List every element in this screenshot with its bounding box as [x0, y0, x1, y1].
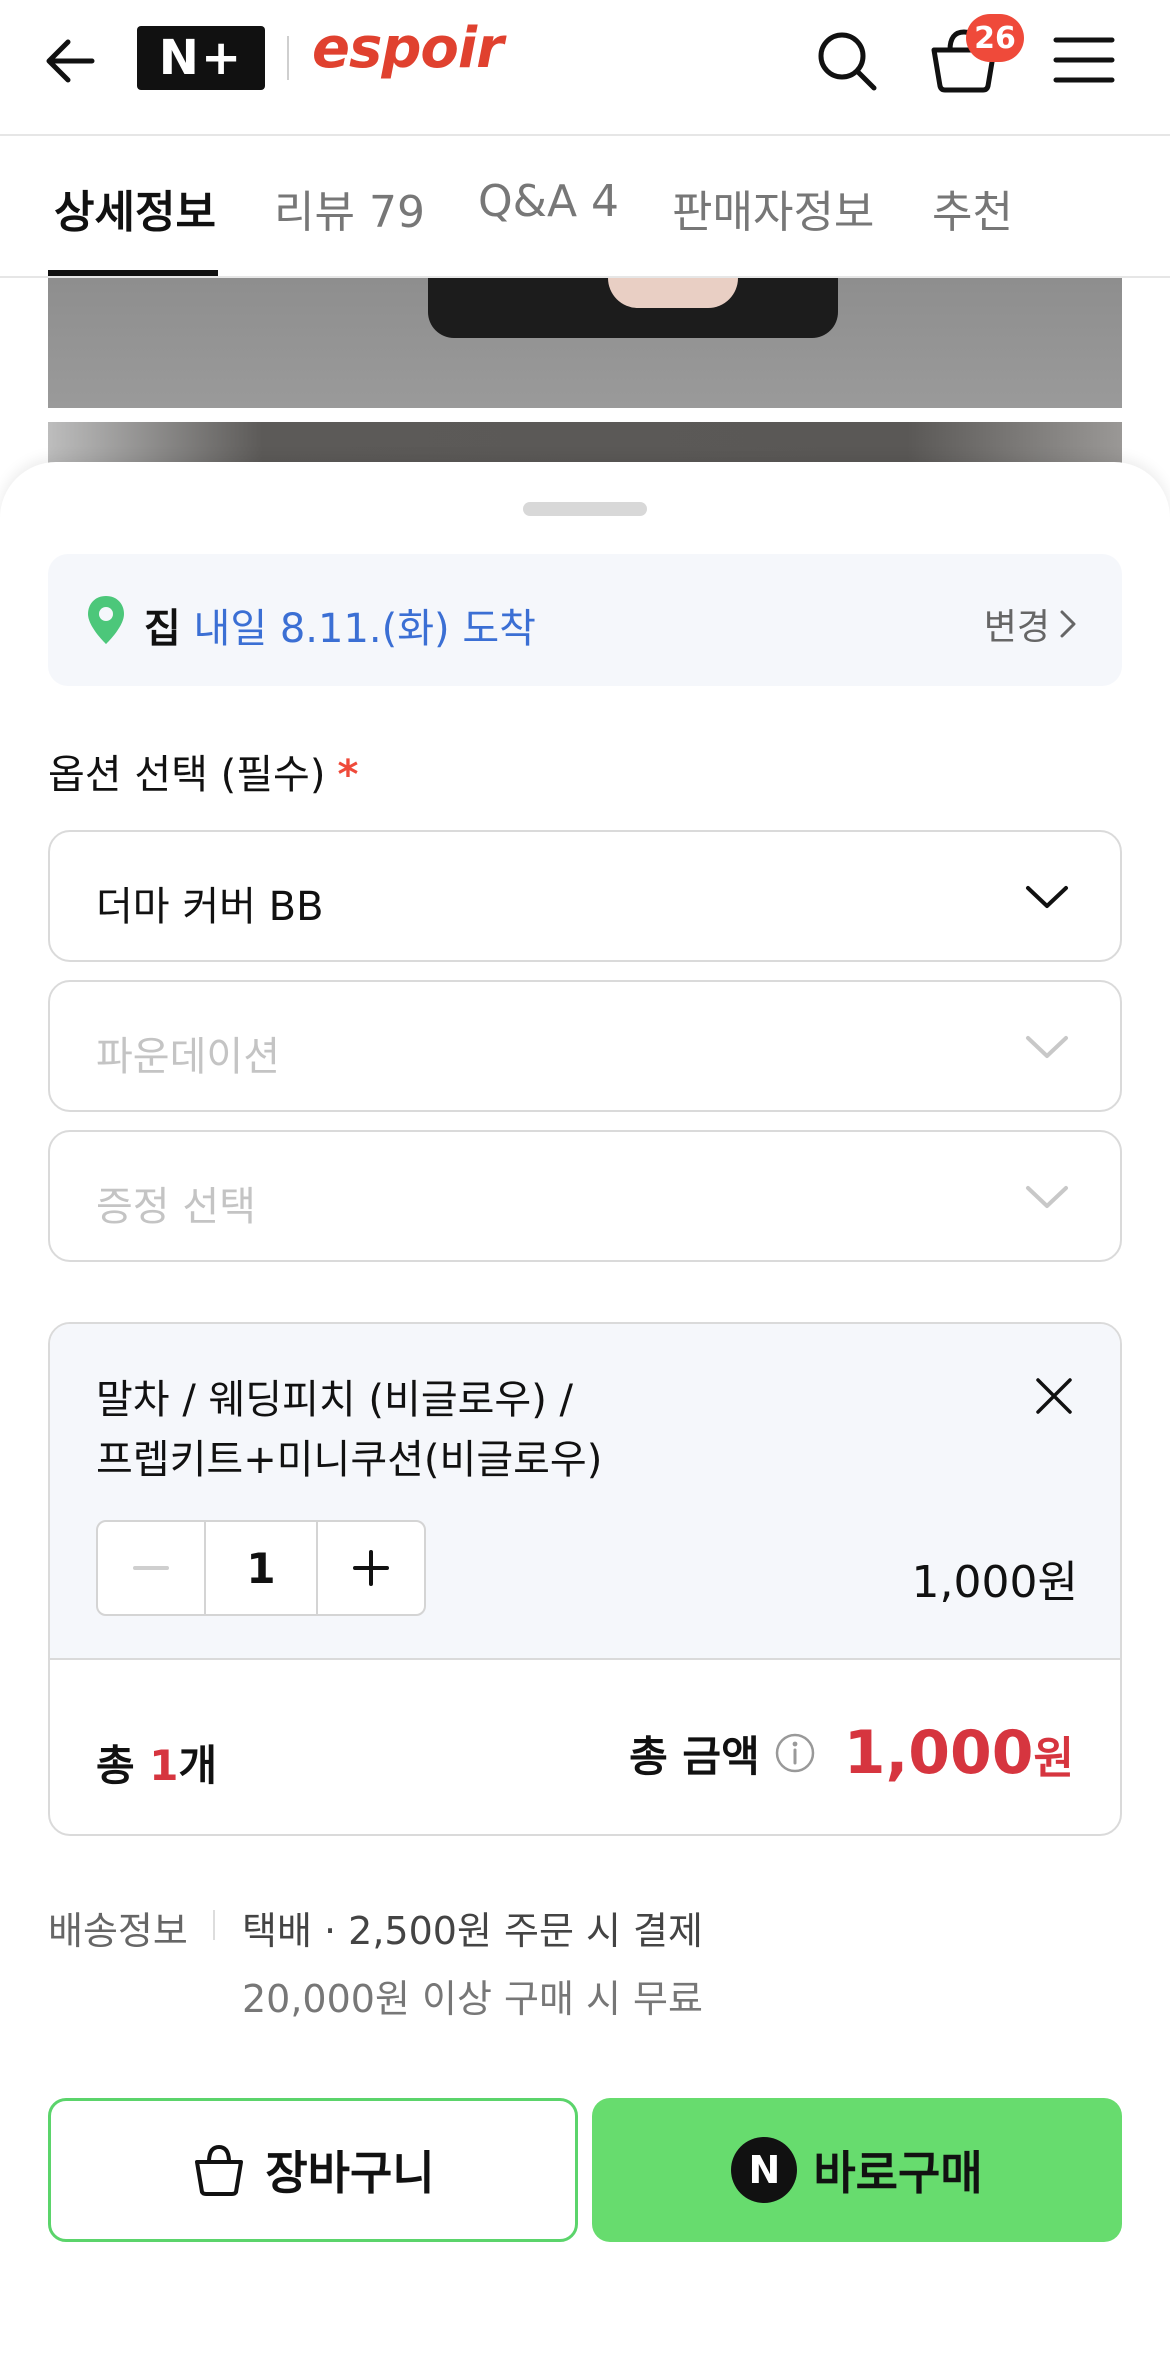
- quantity-stepper: 1: [96, 1520, 426, 1616]
- delivery-info-box: 집 내일 8.11.(화) 도착 변경: [48, 554, 1122, 686]
- select-placeholder: 파운데이션: [96, 1034, 280, 1080]
- search-icon[interactable]: [812, 26, 880, 94]
- plus-icon: [353, 1550, 389, 1586]
- minus-icon: [133, 1566, 169, 1570]
- shipping-free-condition: 20,000원 이상 구매 시 무료: [242, 1977, 703, 2021]
- required-mark: *: [337, 752, 359, 798]
- add-to-cart-label: 장바구니: [265, 2146, 435, 2200]
- delivery-date: 내일 8.11.(화) 도착: [193, 606, 536, 652]
- buy-now-button[interactable]: N 바로구매: [592, 2098, 1122, 2242]
- option-select-primary[interactable]: 더마 커버 BB: [48, 830, 1122, 962]
- tab-reviews[interactable]: 리뷰 79: [274, 176, 425, 240]
- tab-details[interactable]: 상세정보: [54, 176, 216, 240]
- sheet-grab-handle[interactable]: [523, 502, 647, 516]
- total-amount: 총 금액 1,000원: [629, 1718, 1074, 1788]
- remove-option-close-icon[interactable]: [1034, 1376, 1074, 1416]
- cart-count-badge: 26: [966, 14, 1024, 62]
- chevron-down-icon: [1026, 886, 1068, 908]
- quantity-value[interactable]: 1: [206, 1522, 316, 1614]
- back-arrow-icon[interactable]: [40, 30, 102, 92]
- top-header: N+ espoir 26: [0, 0, 1170, 136]
- naver-plus-logo[interactable]: N+: [137, 26, 265, 90]
- option-bottom-sheet: 집 내일 8.11.(화) 도착 변경 옵션 선택 (필수) * 더마 커버 BB…: [0, 462, 1170, 2374]
- add-to-cart-button[interactable]: 장바구니: [48, 2098, 578, 2242]
- option-select-gift[interactable]: 증정 선택: [48, 1130, 1122, 1262]
- select-placeholder: 증정 선택: [96, 1184, 256, 1230]
- logo-divider: [287, 36, 289, 80]
- total-count-number: 1: [149, 1741, 179, 1790]
- option-title-text: 옵션 선택 (필수): [48, 752, 326, 798]
- chevron-down-icon: [1026, 1036, 1068, 1058]
- delivery-place: 집: [144, 606, 181, 652]
- info-icon[interactable]: [774, 1732, 816, 1774]
- shipping-fee: 택배 · 2,500원 주문 시 결제: [242, 1909, 703, 1953]
- shipping-label: 배송정보: [48, 1909, 188, 1953]
- shipping-divider: [213, 1910, 215, 1940]
- option-select-foundation[interactable]: 파운데이션: [48, 980, 1122, 1112]
- selected-option-name-line1: 말차 / 웨딩피치 (비글로우) /: [96, 1377, 574, 1423]
- option-price: 1,000원: [911, 1557, 1078, 1608]
- chevron-right-icon: [1060, 610, 1076, 638]
- location-pin-icon: [88, 596, 124, 644]
- total-count: 총 1개: [96, 1732, 217, 1793]
- selected-option-name-line2: 프렙키트+미니쿠션(비글로우): [96, 1437, 603, 1483]
- selected-option-card: 말차 / 웨딩피치 (비글로우) / 프렙키트+미니쿠션(비글로우) 1 1,0…: [48, 1322, 1122, 1836]
- total-amount-unit: 원: [1033, 1733, 1074, 1784]
- total-amount-label: 총 금액: [629, 1731, 760, 1781]
- quantity-decrease-button[interactable]: [98, 1522, 206, 1614]
- change-address-link[interactable]: 변경: [984, 598, 1078, 650]
- total-count-prefix: 총: [96, 1741, 150, 1790]
- tab-seller-info[interactable]: 판매자정보: [672, 176, 874, 240]
- product-detail-image: [48, 278, 1122, 408]
- active-tab-indicator: [48, 270, 218, 276]
- quantity-increase-button[interactable]: [316, 1522, 424, 1614]
- selected-option-details: 말차 / 웨딩피치 (비글로우) / 프렙키트+미니쿠션(비글로우) 1 1,0…: [50, 1324, 1120, 1660]
- shopping-bag-icon: [195, 2144, 244, 2196]
- product-tabs: 상세정보 리뷰 79 Q&A 4 판매자정보 추천: [0, 138, 1170, 278]
- buy-now-label: 바로구매: [813, 2146, 983, 2200]
- brand-logo[interactable]: espoir: [312, 16, 504, 96]
- tab-qna[interactable]: Q&A 4: [478, 176, 619, 227]
- change-label: 변경: [983, 607, 1050, 648]
- chevron-down-icon: [1026, 1186, 1068, 1208]
- option-section-title: 옵션 선택 (필수) *: [48, 742, 358, 800]
- hamburger-menu-icon[interactable]: [1052, 32, 1116, 88]
- product-photo-hand: [608, 278, 738, 308]
- tab-recommend[interactable]: 추천: [932, 176, 1013, 240]
- total-count-suffix: 개: [178, 1741, 218, 1790]
- selected-option-name: 말차 / 웨딩피치 (비글로우) / 프렙키트+미니쿠션(비글로우): [96, 1370, 956, 1490]
- delivery-eta: 집 내일 8.11.(화) 도착: [144, 596, 536, 654]
- select-value: 더마 커버 BB: [96, 884, 324, 930]
- total-amount-value: 1,000: [843, 1718, 1034, 1788]
- naver-pay-icon: N: [731, 2137, 798, 2203]
